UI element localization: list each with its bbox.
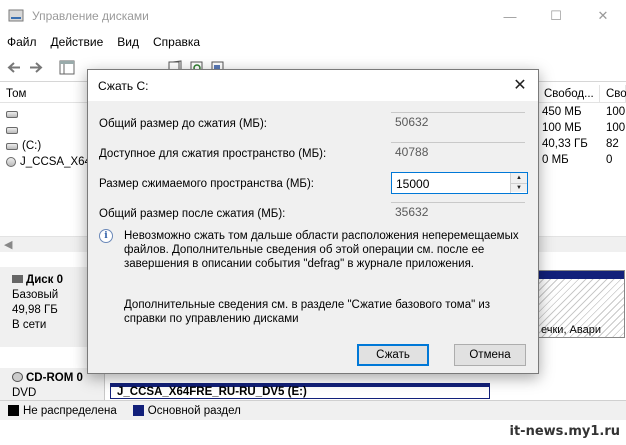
cdrom-name: CD-ROM 0	[26, 372, 83, 384]
column-header-percent-free[interactable]: Сво	[600, 85, 626, 103]
cdrom-icon	[12, 372, 23, 382]
menu-bar: Файл Действие Вид Справка	[0, 32, 626, 52]
total-after-value: 35632	[391, 202, 525, 223]
percent-free-cell: 100	[606, 106, 626, 118]
free-space-cell: 100 МБ	[542, 122, 582, 134]
drive-icon	[6, 142, 18, 150]
disk-name: Диск 0	[26, 274, 64, 286]
partition-bar	[538, 271, 624, 279]
cancel-button[interactable]: Отмена	[454, 344, 526, 366]
available-value: 40788	[391, 142, 525, 163]
spin-buttons: ▲ ▼	[510, 173, 527, 193]
close-window-button[interactable]: ✕	[580, 0, 626, 32]
spin-down-icon[interactable]: ▼	[511, 183, 527, 192]
back-arrow-icon[interactable]	[6, 60, 22, 75]
total-after-label: Общий размер после сжатия (МБ):	[99, 208, 286, 220]
free-space-cell: 0 МБ	[542, 154, 569, 166]
total-before-label: Общий размер до сжатия (МБ):	[99, 118, 267, 130]
unallocated-swatch	[8, 405, 19, 416]
dialog-close-button[interactable]: ✕	[506, 74, 534, 96]
drive-icon	[6, 126, 18, 134]
disk-icon	[12, 275, 23, 283]
help-reference-text: Дополнительные сведения см. в разделе "С…	[124, 299, 491, 325]
cdrom-type: DVD	[12, 387, 37, 399]
disk-management-icon	[8, 9, 24, 22]
info-message: Невозможно сжать том дальше области расп…	[124, 230, 519, 270]
shrink-size-label: Размер сжимаемого пространства (МБ):	[99, 178, 314, 190]
menu-action[interactable]: Действие	[44, 32, 111, 52]
forward-arrow-icon[interactable]	[28, 60, 44, 75]
free-space-cell: 40,33 ГБ	[542, 138, 588, 150]
shrink-dialog: Сжать C: ✕ Общий размер до сжатия (МБ): …	[87, 69, 539, 374]
legend: Не распределена Основной раздел	[0, 400, 626, 420]
percent-free-cell: 82	[606, 138, 619, 150]
dialog-title: Сжать C:	[88, 70, 538, 101]
volume-name: J_CCSA_X64	[20, 156, 91, 168]
menu-file[interactable]: Файл	[0, 32, 44, 52]
free-space-cell: 450 МБ	[542, 106, 582, 118]
volume-row[interactable]: J_CCSA_X64	[6, 154, 91, 170]
shrink-size-input[interactable]	[392, 173, 508, 193]
partition-block[interactable]: ечки, Авари	[537, 270, 625, 338]
watermark: it-news.my1.ru	[509, 424, 621, 439]
maximize-button[interactable]: ☐	[533, 0, 579, 32]
total-before-value: 50632	[391, 112, 525, 133]
dvd-drive-icon	[6, 157, 16, 167]
primary-swatch	[132, 405, 144, 416]
shrink-button[interactable]: Сжать	[357, 344, 429, 366]
legend-primary: Основной раздел	[147, 404, 241, 417]
legend-unallocated: Не распределена	[23, 404, 117, 417]
console-tree-icon[interactable]	[59, 60, 75, 75]
menu-view[interactable]: Вид	[110, 32, 146, 52]
volume-name: (C:)	[22, 140, 42, 152]
available-label: Доступное для сжатия пространство (МБ):	[99, 148, 327, 160]
volume-row[interactable]: (C:)	[6, 138, 41, 154]
info-icon: i	[99, 229, 113, 243]
spin-up-icon[interactable]: ▲	[511, 173, 527, 183]
cdrom-volume-block[interactable]: J_CCSA_X64FRE_RU-RU_DV5 (E:)	[110, 383, 490, 399]
column-header-free[interactable]: Свобод...	[538, 85, 600, 103]
percent-free-cell: 100	[606, 122, 626, 134]
minimize-button[interactable]: —	[487, 0, 533, 32]
scroll-left-arrow-icon[interactable]: ◀	[4, 238, 12, 251]
window-title: Управление дисками	[32, 9, 149, 23]
volume-row[interactable]	[6, 106, 22, 122]
percent-free-cell: 0	[606, 154, 613, 166]
drive-icon	[6, 110, 18, 118]
column-header-volume[interactable]: Том	[0, 85, 88, 103]
partition-status: ечки, Авари	[541, 324, 601, 336]
volume-row[interactable]	[6, 122, 22, 138]
menu-help[interactable]: Справка	[146, 32, 207, 52]
shrink-size-stepper: ▲ ▼	[391, 172, 528, 194]
